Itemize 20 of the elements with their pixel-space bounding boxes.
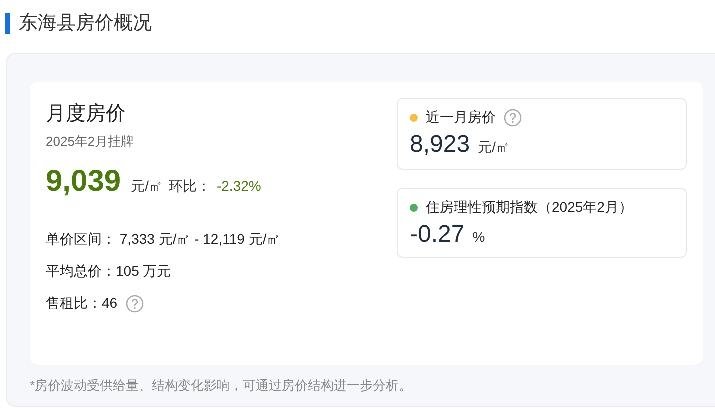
- section-title: 东海县房价概况: [19, 12, 152, 36]
- footnote: *房价波动受供给量、结构变化影响，可通过房价结构进一步分析。: [30, 377, 414, 395]
- indicator-value: 8,923: [410, 131, 470, 159]
- indicator-unit: %: [472, 229, 486, 245]
- help-icon[interactable]: [504, 109, 522, 127]
- indicator-label: 住房理性预期指数（2025年2月）: [426, 199, 633, 217]
- card-subtitle: 2025年2月挂牌: [46, 133, 136, 151]
- change-value: -2.32%: [216, 178, 262, 194]
- price-unit: 元/㎡: [131, 178, 163, 196]
- title-accent-bar: [5, 12, 10, 34]
- price-value: 9,039: [46, 165, 122, 199]
- card-title: 月度房价: [46, 102, 127, 127]
- detail-text: 平均总价：105 万元: [46, 263, 172, 281]
- indicator-unit: 元/㎡: [478, 139, 510, 157]
- indicator-label: 近一月房价: [426, 109, 496, 127]
- indicator-value: -0.27: [410, 221, 465, 249]
- help-icon[interactable]: [126, 295, 144, 313]
- detail-text: 单价区间： 7,333 元/㎡ - 12,119 元/㎡: [46, 231, 281, 249]
- detail-text: 售租比：46: [46, 295, 118, 313]
- change-label: 环比：: [168, 178, 211, 196]
